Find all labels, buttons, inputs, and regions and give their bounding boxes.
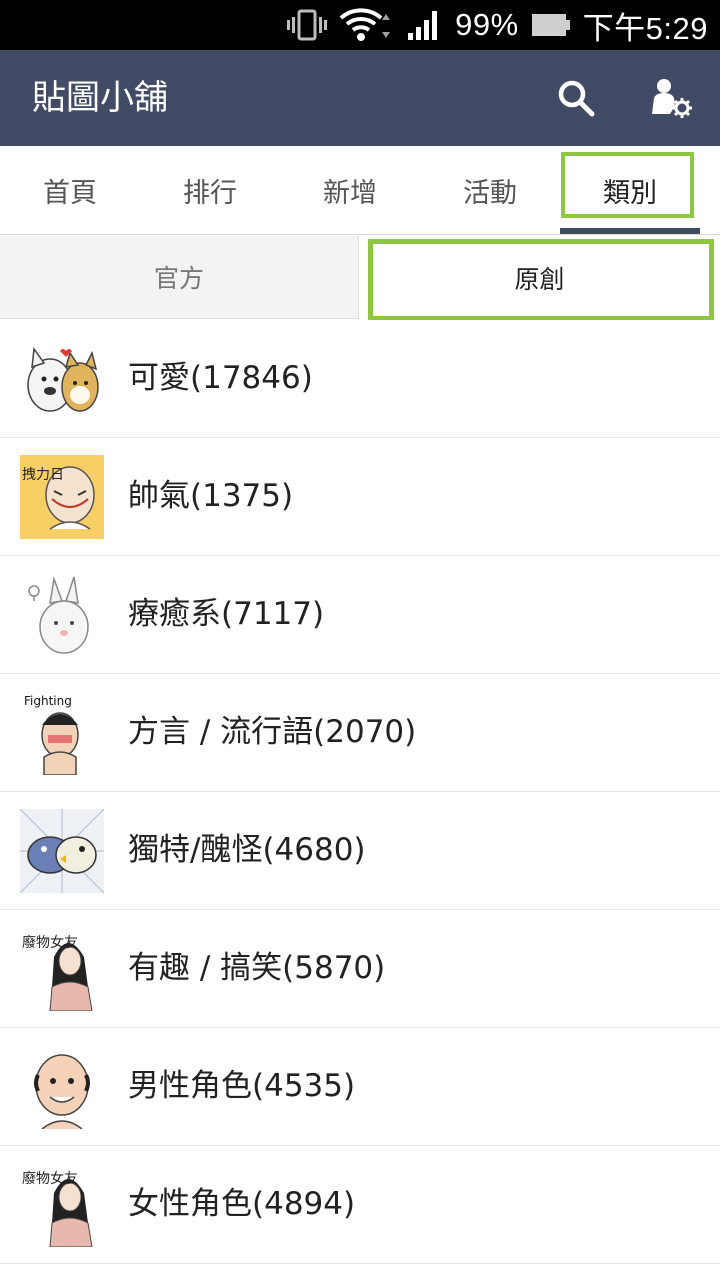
category-label: 方言 / 流行語(2070) <box>128 714 417 750</box>
user-settings-icon <box>652 79 692 118</box>
category-item-male[interactable]: 男性角色(4535) <box>0 1028 720 1146</box>
fighting-man-sticker-icon: Fighting <box>24 694 79 775</box>
bald-man-sticker-icon <box>34 1054 90 1129</box>
wifi-icon <box>339 8 391 41</box>
category-item-cute[interactable]: 可愛(17846) <box>0 320 720 438</box>
birds-sticker-icon <box>20 809 104 893</box>
category-item-funny[interactable]: 廢物女友 有趣 / 搞笑(5870) <box>0 910 720 1028</box>
search-icon <box>558 80 595 117</box>
girl-sticker-icon: 廢物女友 <box>22 1170 93 1247</box>
status-bar: 99% 下午5:29 <box>0 0 720 50</box>
category-item-female[interactable]: 廢物女友 女性角色(4894) <box>0 1146 720 1264</box>
category-item-dialect[interactable]: Fighting 方言 / 流行語(2070) <box>0 674 720 792</box>
category-item-healing[interactable]: 療癒系(7117) <box>0 556 720 674</box>
user-settings-button[interactable] <box>640 68 700 128</box>
app-bar: 貼圖小舖 <box>0 50 720 146</box>
thumb-text: 廢物女友 <box>22 934 78 951</box>
subtab-original[interactable]: 原創 <box>359 236 720 320</box>
category-label: 帥氣(1375) <box>128 478 294 514</box>
sub-tabs: 官方 原創 <box>0 236 720 320</box>
clock: 下午5:29 <box>582 10 708 46</box>
signal-icon <box>408 11 438 40</box>
svg-text:廢物女友: 廢物女友 <box>22 934 78 951</box>
battery-percent: 99% <box>455 7 519 42</box>
category-label: 有趣 / 搞笑(5870) <box>128 950 386 986</box>
category-label: 療癒系(7117) <box>128 596 325 632</box>
tab-categories[interactable]: 類別 <box>560 146 700 234</box>
active-tab-indicator <box>560 228 700 234</box>
thumb-text: 廢物女友 <box>22 1170 78 1187</box>
category-item-cool[interactable]: 拽力日 帥氣(1375) <box>0 438 720 556</box>
thumb-text: 拽力日 <box>22 467 64 483</box>
thumb-text: Fighting <box>24 694 72 708</box>
subtab-official[interactable]: 官方 <box>0 236 359 319</box>
app-title: 貼圖小舖 <box>32 78 168 118</box>
main-tabs: 首頁 排行 新增 活動 類別 <box>0 146 720 235</box>
category-item-unique[interactable]: 獨特/醜怪(4680) <box>0 792 720 910</box>
dog-stickers-icon <box>27 346 99 412</box>
old-man-sticker-icon: 拽力日 <box>20 455 104 539</box>
tab-new[interactable]: 新增 <box>280 146 420 234</box>
vibrate-icon <box>287 9 328 41</box>
tab-events[interactable]: 活動 <box>420 146 560 234</box>
category-label: 可愛(17846) <box>128 360 313 396</box>
tab-ranking[interactable]: 排行 <box>140 146 280 234</box>
category-list: 可愛(17846) 拽力日 帥氣(1375) 療癒系(7117) Fightin… <box>0 320 720 1264</box>
category-label: 獨特/醜怪(4680) <box>128 832 366 868</box>
category-label: 男性角色(4535) <box>128 1068 356 1104</box>
tab-home[interactable]: 首頁 <box>0 146 140 234</box>
svg-text:廢物女友: 廢物女友 <box>22 1170 78 1187</box>
battery-icon <box>531 14 570 36</box>
girl-sticker-icon: 廢物女友 <box>22 934 93 1011</box>
category-label: 女性角色(4894) <box>128 1186 356 1222</box>
rabbit-sticker-icon <box>28 576 89 654</box>
search-button[interactable] <box>546 68 606 128</box>
